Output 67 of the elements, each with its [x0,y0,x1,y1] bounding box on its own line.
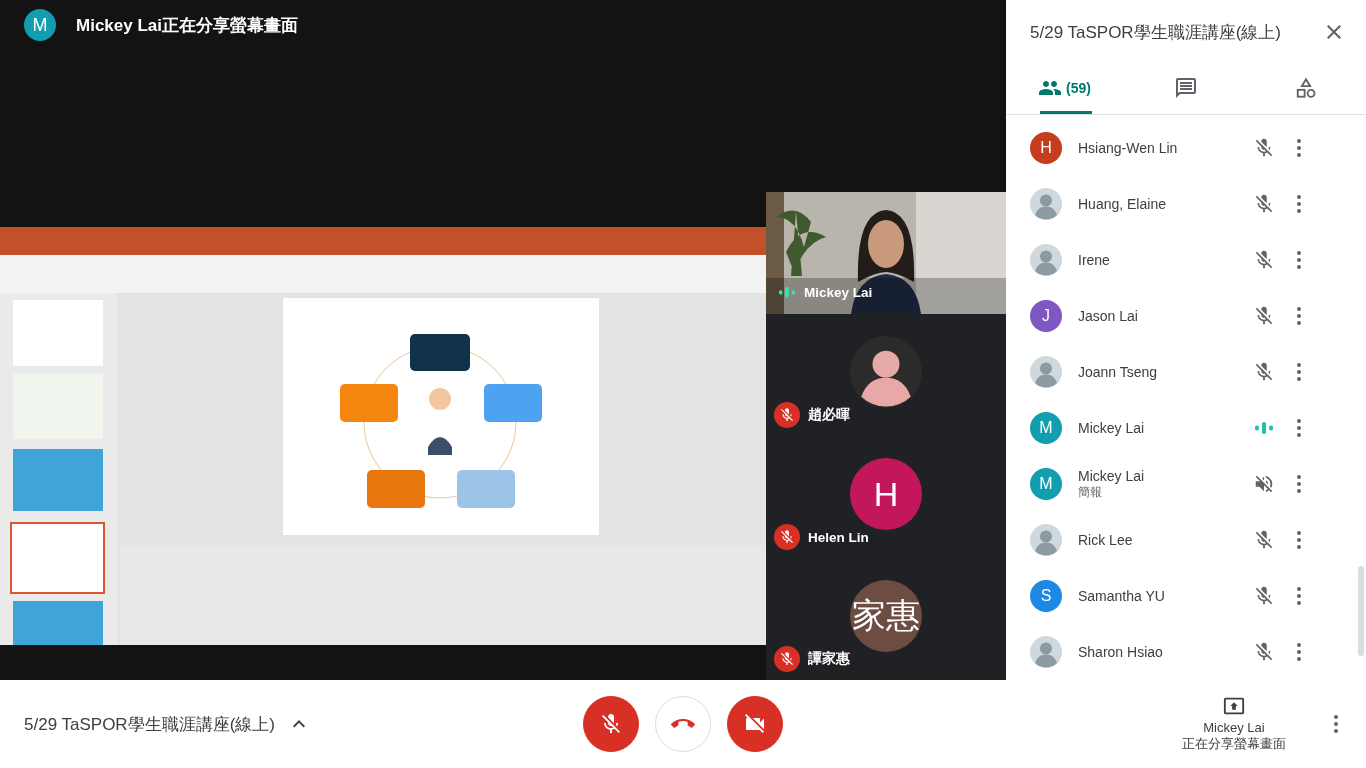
meeting-title: 5/29 TaSPOR學生職涯講座(線上) [24,713,275,736]
more-icon [1297,307,1301,325]
avatar-letter: M [1030,468,1062,500]
participant-name: Rick Lee [1078,532,1134,548]
more-icon [1297,195,1301,213]
presenter-name: Mickey Lai [1203,720,1265,735]
avatar-letter: H [850,458,922,530]
mic-off-icon [1253,641,1275,663]
more-icon [1297,251,1301,269]
participant-role: 簡報 [1078,484,1103,501]
more-icon [1297,363,1301,381]
participant-name: Joann Tseng [1078,364,1159,380]
mic-off-icon [1253,193,1275,215]
participant-name: 譚家惠 [808,650,850,668]
more-icon [1297,643,1301,661]
more-icon [1297,419,1301,437]
mic-off-icon [1253,585,1275,607]
presenter-avatar: M [24,9,56,41]
participant-name: Irene [1078,252,1111,268]
participant-name: Mickey Lai [1078,420,1146,436]
participant-name: Hsiang-Wen Lin [1078,140,1179,156]
mic-off-icon [1253,137,1275,159]
camera-off-icon [743,712,767,736]
more-icon [1297,587,1301,605]
mic-off-icon [599,712,623,736]
present-icon [1223,695,1245,717]
mic-off-icon [1253,361,1275,383]
avatar-letter: S [1030,580,1062,612]
mic-off-icon [1253,249,1275,271]
presenting-status: 正在分享螢幕畫面 [1182,735,1286,753]
mic-off-icon [779,529,795,545]
avatar-letter: H [1030,132,1062,164]
people-tab[interactable]: (59) [1006,64,1126,114]
avatar-letter: M [1030,412,1062,444]
mic-off-icon [779,651,795,667]
panel-title: 5/29 TaSPOR學生職涯講座(線上) [1030,21,1281,44]
more-icon [1297,531,1301,549]
avatar-icon [1030,244,1062,276]
mic-off-icon [779,407,795,423]
leave-call-button[interactable] [655,696,711,752]
chat-icon [1174,75,1198,100]
avatar-letter: 家惠 [850,580,922,652]
more-icon [1334,715,1338,733]
shapes-icon [1295,76,1317,99]
mic-off-icon [1253,305,1275,327]
avatar-icon [1030,524,1062,556]
speaking-icon [1254,422,1274,434]
avatar-icon [850,336,922,408]
volume-off-icon [1253,473,1275,495]
avatar-icon [1030,356,1062,388]
avatar-letter: J [1030,300,1062,332]
microphone-button[interactable] [583,696,639,752]
participant-name: Jason Lai [1078,308,1139,324]
avatar-icon [1030,636,1062,668]
avatar-icon [1030,188,1062,220]
participant-name: Helen Lin [808,529,869,545]
more-icon [1297,475,1301,493]
participant-name: Samantha YU [1078,588,1166,604]
camera-button[interactable] [727,696,783,752]
participant-name: Mickey Lai [1078,467,1146,484]
participant-name: Huang, Elaine [1078,196,1167,212]
participant-name: 趙必暉 [808,406,850,424]
scrollbar[interactable] [1358,566,1364,656]
participant-name: Sharon Hsiao [1078,644,1164,660]
presenting-text: Mickey Lai正在分享螢幕畫面 [76,14,298,37]
mic-off-icon [1253,529,1275,551]
more-icon [1297,139,1301,157]
